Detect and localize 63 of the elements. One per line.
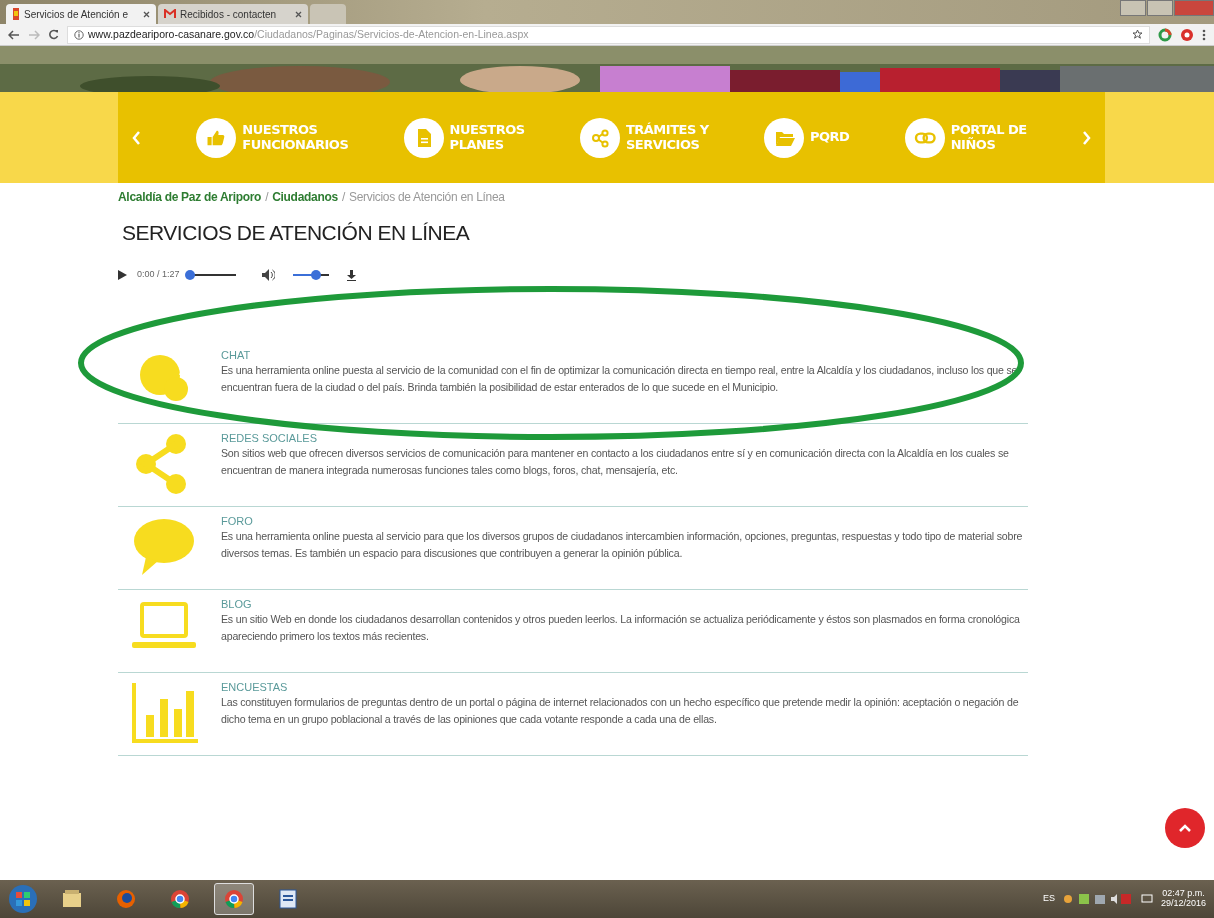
folder-icon bbox=[61, 888, 83, 910]
breadcrumb-separator: / bbox=[265, 189, 269, 206]
slider-thumb[interactable] bbox=[184, 270, 195, 281]
breadcrumb-current: Servicios de Atención en Línea bbox=[348, 189, 505, 206]
slider-thumb[interactable] bbox=[310, 270, 321, 281]
browser-icon bbox=[115, 888, 137, 910]
service-title: ENCUESTAS bbox=[221, 681, 289, 695]
favicon-icon bbox=[12, 8, 20, 20]
page-title: SERVICIOS DE ATENCIÓN EN LÍNEA bbox=[122, 220, 471, 246]
breadcrumb-link[interactable]: Ciudadanos bbox=[272, 188, 338, 206]
play-button[interactable] bbox=[118, 270, 127, 281]
link-icon bbox=[913, 131, 936, 144]
star-icon[interactable] bbox=[1132, 29, 1143, 40]
download-button[interactable] bbox=[346, 269, 356, 281]
service-title: REDES SOCIALES bbox=[221, 432, 318, 446]
tray-icons-drawing[interactable] bbox=[1062, 893, 1133, 905]
scroll-top-button[interactable] bbox=[1165, 808, 1205, 848]
minimize-button[interactable] bbox=[1120, 0, 1146, 16]
browser-tab[interactable]: Servicios de Atención e bbox=[6, 4, 156, 24]
extension-icon[interactable] bbox=[1158, 27, 1172, 42]
breadcrumb-link[interactable]: Alcaldía de Paz de Ariporo bbox=[118, 188, 262, 206]
download-icon bbox=[346, 269, 356, 281]
service-description: Son sitios web que ofrecen diversos servicios de comunicación para mantener en contacto a los ciudadanos entre sí y en comunicación directa con la Alcaldía en los cuales se encuentran de manera integrada numerosas funciones tales como blogs, foros, chat, mensajería, etc. bbox=[221, 446, 1010, 478]
notification-icon[interactable] bbox=[1140, 894, 1153, 904]
mail-icon bbox=[164, 9, 176, 19]
close-icon[interactable] bbox=[295, 10, 302, 18]
play-icon bbox=[118, 270, 127, 281]
address-bar[interactable]: www.pazdeariporo-casanare.gov.co/Ciudadanos/Paginas/Servicios-de-Atencion-en-Linea.aspx bbox=[67, 25, 1150, 44]
service-title: FORO bbox=[221, 515, 254, 529]
close-icon[interactable] bbox=[143, 10, 150, 18]
clock-date: 29/12/2016 bbox=[1160, 899, 1206, 909]
thumbs-up-icon bbox=[207, 129, 226, 146]
service-description: Las constituyen formularios de preguntas dentro de un portal o página de internet relacionados con un hecho específico que pretende medir la opinión: aceptación o negación de dicho tema en un grupo poblacional a través de las opiniones que cada votante responde a cada una de ellas. bbox=[221, 695, 1020, 727]
menu-icon[interactable] bbox=[1202, 28, 1206, 41]
extension-icon[interactable] bbox=[1180, 27, 1194, 42]
chevron-left-icon bbox=[132, 130, 141, 145]
language-indicator[interactable]: ES bbox=[1042, 892, 1055, 906]
volume-button[interactable] bbox=[261, 269, 275, 282]
time-display: 0:00 / 1:27 bbox=[137, 268, 180, 282]
url-text: www.pazdeariporo-casanare.gov.co/Ciudadanos/Paginas/Servicios-de-Atencion-en-Linea.aspx bbox=[88, 26, 529, 42]
back-icon[interactable] bbox=[8, 29, 20, 40]
service-title: BLOG bbox=[221, 598, 253, 612]
taskbar-button[interactable] bbox=[214, 883, 254, 915]
clock[interactable]: 02:47 p.m. 29/12/2016 bbox=[1160, 889, 1206, 909]
reload-icon[interactable] bbox=[48, 29, 59, 40]
browser-icon bbox=[169, 888, 191, 910]
info-icon bbox=[74, 29, 84, 40]
start-button[interactable] bbox=[8, 884, 38, 914]
tab-title: Servicios de Atención e bbox=[24, 7, 129, 22]
chevron-up-icon bbox=[1179, 824, 1191, 832]
chevron-right-icon bbox=[1081, 130, 1091, 145]
service-description: Es una herramienta online puesta al servicio para que los diversos grupos de ciudadanos intercambien información, opciones, preguntas, respuestas y todo tipo de material sobre diversos temas. Es también un espacio para discusiones que contribuyen a generar la opinión pública. bbox=[221, 529, 1024, 561]
document-icon bbox=[277, 888, 299, 910]
maximize-button[interactable] bbox=[1147, 0, 1173, 16]
service-title: CHAT bbox=[221, 349, 252, 363]
breadcrumb-separator: / bbox=[341, 189, 345, 206]
clock-time: 02:47 p.m. bbox=[1162, 889, 1205, 899]
browser-icon bbox=[223, 888, 245, 910]
tab-title: Recibidos - contacten bbox=[180, 7, 278, 22]
service-description: Es un sitio Web en donde los ciudadanos desarrollan contenidos y otros pueden leerlos. La información se actualiza periódicamente y éstos son plasmados en forma cronológica apareciendo primero los textos más recientes. bbox=[221, 612, 1021, 644]
browser-tab[interactable]: Recibidos - contacten bbox=[158, 4, 308, 24]
bar-chart-icon bbox=[131, 681, 200, 744]
speaker-icon bbox=[261, 269, 275, 282]
